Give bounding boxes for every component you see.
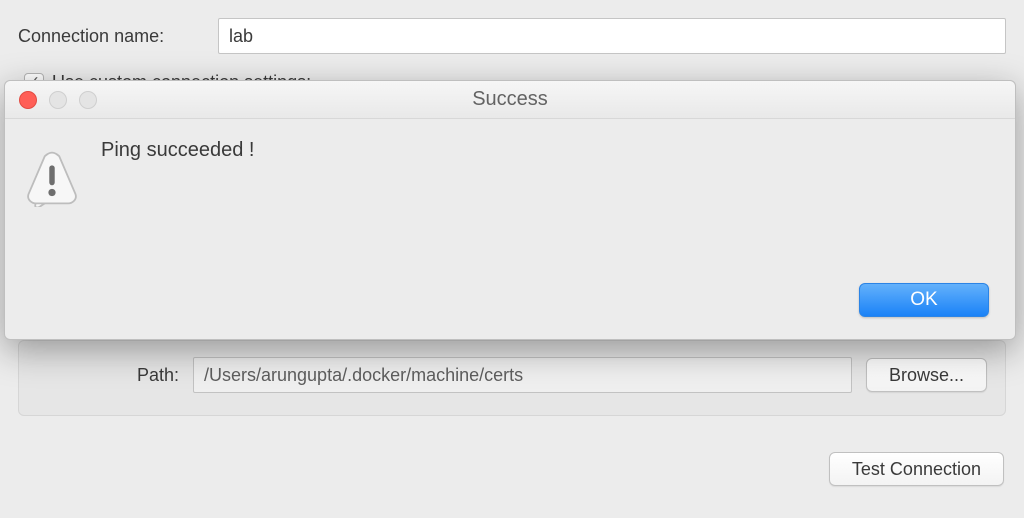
window-controls (19, 91, 97, 109)
ok-button[interactable]: OK (859, 283, 989, 317)
minimize-window-button (49, 91, 67, 109)
dialog-title: Success (5, 88, 1015, 111)
path-row: Path: Browse... (37, 357, 987, 393)
zoom-window-button (79, 91, 97, 109)
connection-name-label: Connection name: (18, 26, 206, 47)
test-connection-button[interactable]: Test Connection (829, 452, 1004, 486)
browse-button[interactable]: Browse... (866, 358, 987, 392)
path-panel: Path: Browse... (18, 340, 1006, 416)
connection-name-input[interactable] (218, 18, 1006, 54)
alert-icon (23, 149, 81, 207)
connection-name-row: Connection name: (18, 18, 1006, 54)
dialog-message: Ping succeeded ! (101, 139, 254, 162)
dialog-body: Ping succeeded ! OK (5, 119, 1015, 339)
path-input (193, 357, 852, 393)
dialog-titlebar: Success (5, 81, 1015, 119)
close-window-button[interactable] (19, 91, 37, 109)
path-label: Path: (119, 365, 179, 386)
success-dialog: Success Ping succeeded ! OK (4, 80, 1016, 340)
test-connection-row: Test Connection (829, 452, 1004, 486)
